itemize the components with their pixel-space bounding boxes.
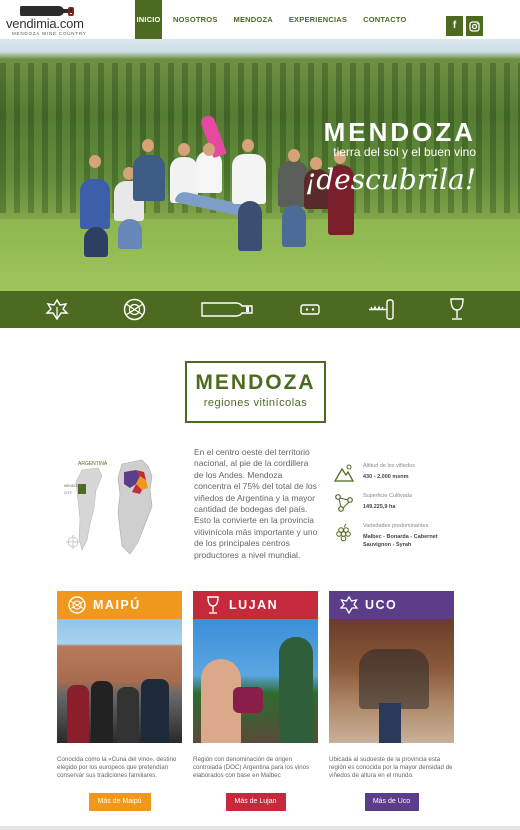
brand-tagline: MENDOZA WINE COUNTRY [12, 31, 87, 36]
more-uco-button[interactable]: Más de Uco [364, 793, 419, 811]
more-lujan-button[interactable]: Más de Lujan [225, 793, 286, 811]
cork-icon [300, 304, 320, 315]
wine-bottle-icon [201, 302, 253, 317]
map-label-mendoza: MENDOZA [64, 484, 82, 488]
region-card-maipu: MAIPÚ Conocida como la «Cuna del vino», … [57, 591, 182, 811]
hero-cta[interactable]: ¡descubrila! [305, 163, 476, 196]
region-photo [329, 619, 454, 743]
region-description: Ubicada al sudoeste de la provincia esta… [329, 756, 453, 780]
region-description: Conocida como la «Cuna del vino», destin… [57, 756, 177, 780]
brand-logo[interactable]: vendimia.com MENDOZA WINE COUNTRY [6, 4, 96, 36]
stat-label: Variedades predominantes [363, 523, 429, 529]
stat-value: Malbec - Bonarda - Cabernet Sauvignon - … [363, 534, 438, 548]
hero-title: MENDOZA [323, 117, 476, 147]
barrel-icon [123, 298, 146, 321]
region-header: MAIPÚ [57, 591, 182, 619]
region-card-uco: UCO Ubicada al sudoeste de la provincia … [329, 591, 454, 811]
bottle-logo-icon [20, 6, 72, 16]
stat-surface: Superficie Cultivada 149.225,9 ha [334, 491, 454, 521]
section-title-box: MENDOZA regiones vitinícolas [185, 361, 326, 423]
corkscrew-logo-icon [68, 7, 74, 16]
intro-text: En el centro oeste del territorio nacion… [194, 447, 318, 560]
region-header: UCO [329, 591, 454, 619]
region-description: Región con denominación de origen contro… [193, 756, 310, 780]
wine-glass-icon [450, 298, 464, 320]
mountain-icon [334, 464, 354, 482]
region-name: MAIPÚ [93, 598, 141, 612]
section-subtitle: regiones vitinícolas [203, 397, 308, 409]
site-header: vendimia.com MENDOZA WINE COUNTRY INICIO… [0, 0, 520, 39]
grape-leaf-icon [45, 298, 69, 321]
stat-varieties: Variedades predominantes Malbec - Bonard… [334, 521, 454, 551]
facebook-icon[interactable]: f [446, 16, 463, 36]
hero-subtitle: tierra del sol y el buen vino [333, 145, 476, 159]
corkscrew-icon [369, 299, 394, 320]
section-title: MENDOZA [195, 371, 316, 394]
stat-label: Superficie Cultivada [363, 493, 412, 499]
page-bottom-divider [0, 826, 520, 830]
stat-value: 430 - 2.000 msnm [363, 474, 409, 480]
network-icon [335, 494, 353, 512]
region-header: LUJAN [193, 591, 318, 619]
nav-item-contacto[interactable]: CONTACTO [358, 0, 411, 39]
stat-altitude: Altitud de los viñedos 430 - 2.000 msnm [334, 461, 454, 491]
icon-strip [0, 291, 520, 328]
map-label-argentina: ARGENTINA [78, 461, 108, 467]
brand-name: vendimia.com [6, 16, 84, 31]
region-card-lujan: LUJAN Región con denominación de origen … [193, 591, 318, 811]
nav-item-mendoza[interactable]: MENDOZA [229, 0, 278, 39]
barrel-icon [68, 596, 86, 614]
argentina-map: ARGENTINA MENDOZA CITY [60, 450, 185, 565]
stat-value: 149.225,9 ha [363, 504, 396, 510]
main-nav: INICIO NOSOTROS MENDOZA EXPERIENCIAS CON… [135, 0, 412, 39]
map-label-city: CITY [64, 491, 73, 495]
region-name: UCO [365, 598, 398, 612]
grapes-icon [336, 523, 351, 542]
region-photo [57, 619, 182, 743]
region-name: LUJAN [229, 598, 279, 612]
instagram-icon[interactable] [466, 16, 483, 36]
hero-banner: MENDOZA tierra del sol y el buen vino ¡d… [0, 39, 520, 291]
nav-item-nosotros[interactable]: NOSOTROS [168, 0, 223, 39]
stat-label: Altitud de los viñedos [363, 463, 415, 469]
more-maipu-button[interactable]: Más de Maipú [88, 793, 151, 811]
wine-glass-icon [207, 596, 219, 614]
grape-leaf-icon [339, 595, 359, 615]
stats-list: Altitud de los viñedos 430 - 2.000 msnm … [334, 461, 454, 551]
nav-item-inicio[interactable]: INICIO [135, 0, 162, 39]
region-photo [193, 619, 318, 743]
nav-item-experiencias[interactable]: EXPERIENCIAS [284, 0, 352, 39]
